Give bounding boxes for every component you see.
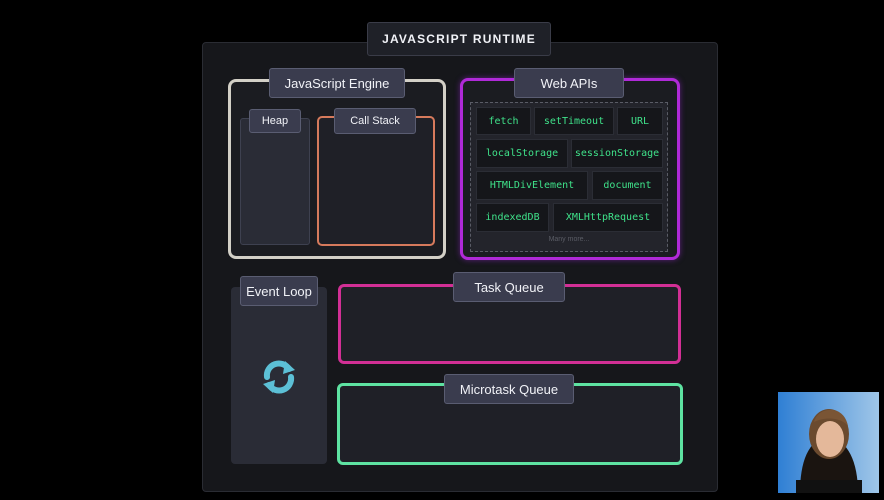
heap-label: Heap (249, 109, 301, 133)
api-item-fetch: fetch (476, 107, 531, 135)
engine-title: JavaScript Engine (269, 68, 405, 98)
api-item-localstorage: localStorage (476, 139, 568, 168)
web-apis-title: Web APIs (514, 68, 624, 98)
many-more-text: Many more... (548, 236, 590, 243)
heap-box (240, 118, 310, 245)
presenter-webcam (778, 392, 879, 493)
refresh-loop-icon (263, 360, 295, 394)
call-stack-box (317, 116, 435, 246)
runtime-title: JAVASCRIPT RUNTIME (367, 22, 551, 56)
presenter-image (778, 392, 879, 493)
api-item-sessionstorage: sessionStorage (571, 139, 663, 168)
task-queue-title: Task Queue (453, 272, 565, 302)
api-item-settimeout: setTimeout (534, 107, 614, 135)
api-item-url: URL (617, 107, 663, 135)
microtask-queue-title: Microtask Queue (444, 374, 574, 404)
event-loop-title: Event Loop (240, 276, 318, 306)
api-item-indexeddb: indexedDB (476, 203, 549, 232)
api-item-htmldivelement: HTMLDivElement (476, 171, 588, 200)
api-item-document: document (592, 171, 663, 200)
call-stack-label: Call Stack (334, 108, 416, 134)
api-item-xmlhttprequest: XMLHttpRequest (553, 203, 663, 232)
